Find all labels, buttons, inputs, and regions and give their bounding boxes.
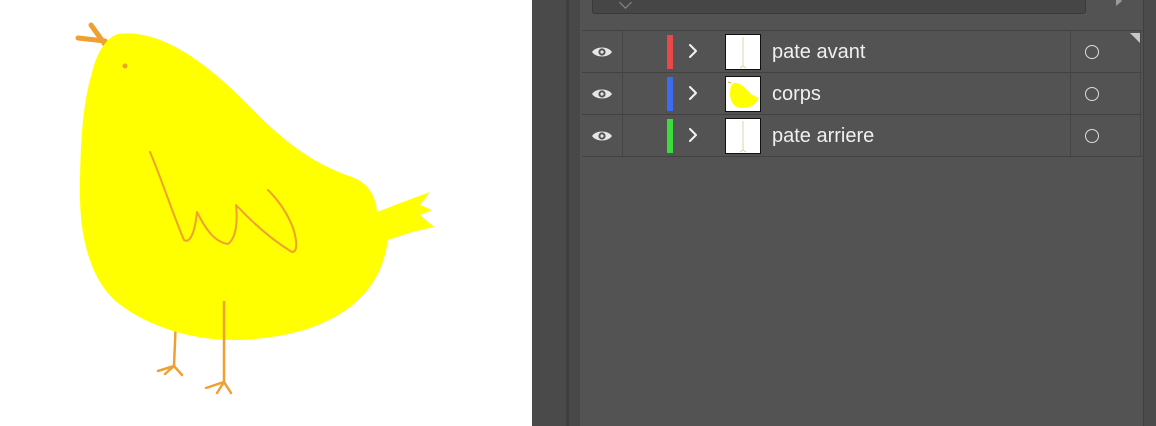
lock-toggle[interactable] — [623, 73, 663, 114]
layer-thumbnail — [725, 118, 761, 154]
lock-toggle[interactable] — [623, 115, 663, 156]
chick-illustration[interactable] — [0, 0, 532, 426]
selection-corner-icon[interactable] — [1130, 33, 1140, 43]
layer-thumbnail — [725, 34, 761, 70]
app-window: pate avant corps pate arriere — [0, 0, 1156, 426]
column-divider — [1070, 31, 1071, 72]
column-divider — [1070, 115, 1071, 156]
chevron-right-icon[interactable] — [686, 86, 700, 100]
layer-thumbnail — [725, 76, 761, 112]
column-divider — [1140, 73, 1141, 114]
visibility-toggle[interactable] — [582, 115, 623, 156]
panel-gutter-inner — [569, 0, 580, 426]
layer-name[interactable]: corps — [772, 83, 821, 105]
chevron-right-icon[interactable] — [686, 128, 700, 142]
chick-eye — [122, 63, 128, 69]
lock-toggle[interactable] — [623, 31, 663, 72]
visibility-toggle[interactable] — [582, 73, 623, 114]
column-divider — [1070, 73, 1071, 114]
chevron-right-icon[interactable] — [686, 44, 700, 58]
layer-name[interactable]: pate arriere — [772, 125, 874, 147]
circle-target-icon[interactable] — [1085, 87, 1099, 101]
layer-row-pate-avant[interactable]: pate avant — [582, 31, 1142, 73]
panel-gutter — [532, 0, 566, 426]
layers-list: pate avant corps pate arriere — [582, 30, 1142, 157]
layers-panel: pate avant corps pate arriere — [532, 0, 1156, 426]
eye-icon[interactable] — [591, 45, 613, 59]
layer-row-corps[interactable]: corps — [582, 73, 1142, 115]
layers-search-field[interactable] — [592, 0, 1086, 14]
layer-color-swatch — [667, 35, 673, 69]
chick-body[interactable] — [80, 33, 434, 341]
layer-name[interactable]: pate avant — [772, 41, 865, 63]
circle-target-icon[interactable] — [1085, 129, 1099, 143]
eye-icon[interactable] — [591, 129, 613, 143]
column-divider — [1140, 31, 1141, 72]
panel-menu-arrow-icon[interactable] — [1116, 0, 1122, 6]
panel-scrollbar[interactable] — [1143, 0, 1156, 426]
layer-row-pate-arriere[interactable]: pate arriere — [582, 115, 1142, 157]
layer-color-swatch — [667, 77, 673, 111]
artboard-canvas[interactable] — [0, 0, 532, 426]
eye-icon[interactable] — [591, 87, 613, 101]
column-divider — [1140, 115, 1141, 156]
circle-target-icon[interactable] — [1085, 45, 1099, 59]
visibility-toggle[interactable] — [582, 31, 623, 72]
layer-color-swatch — [667, 119, 673, 153]
